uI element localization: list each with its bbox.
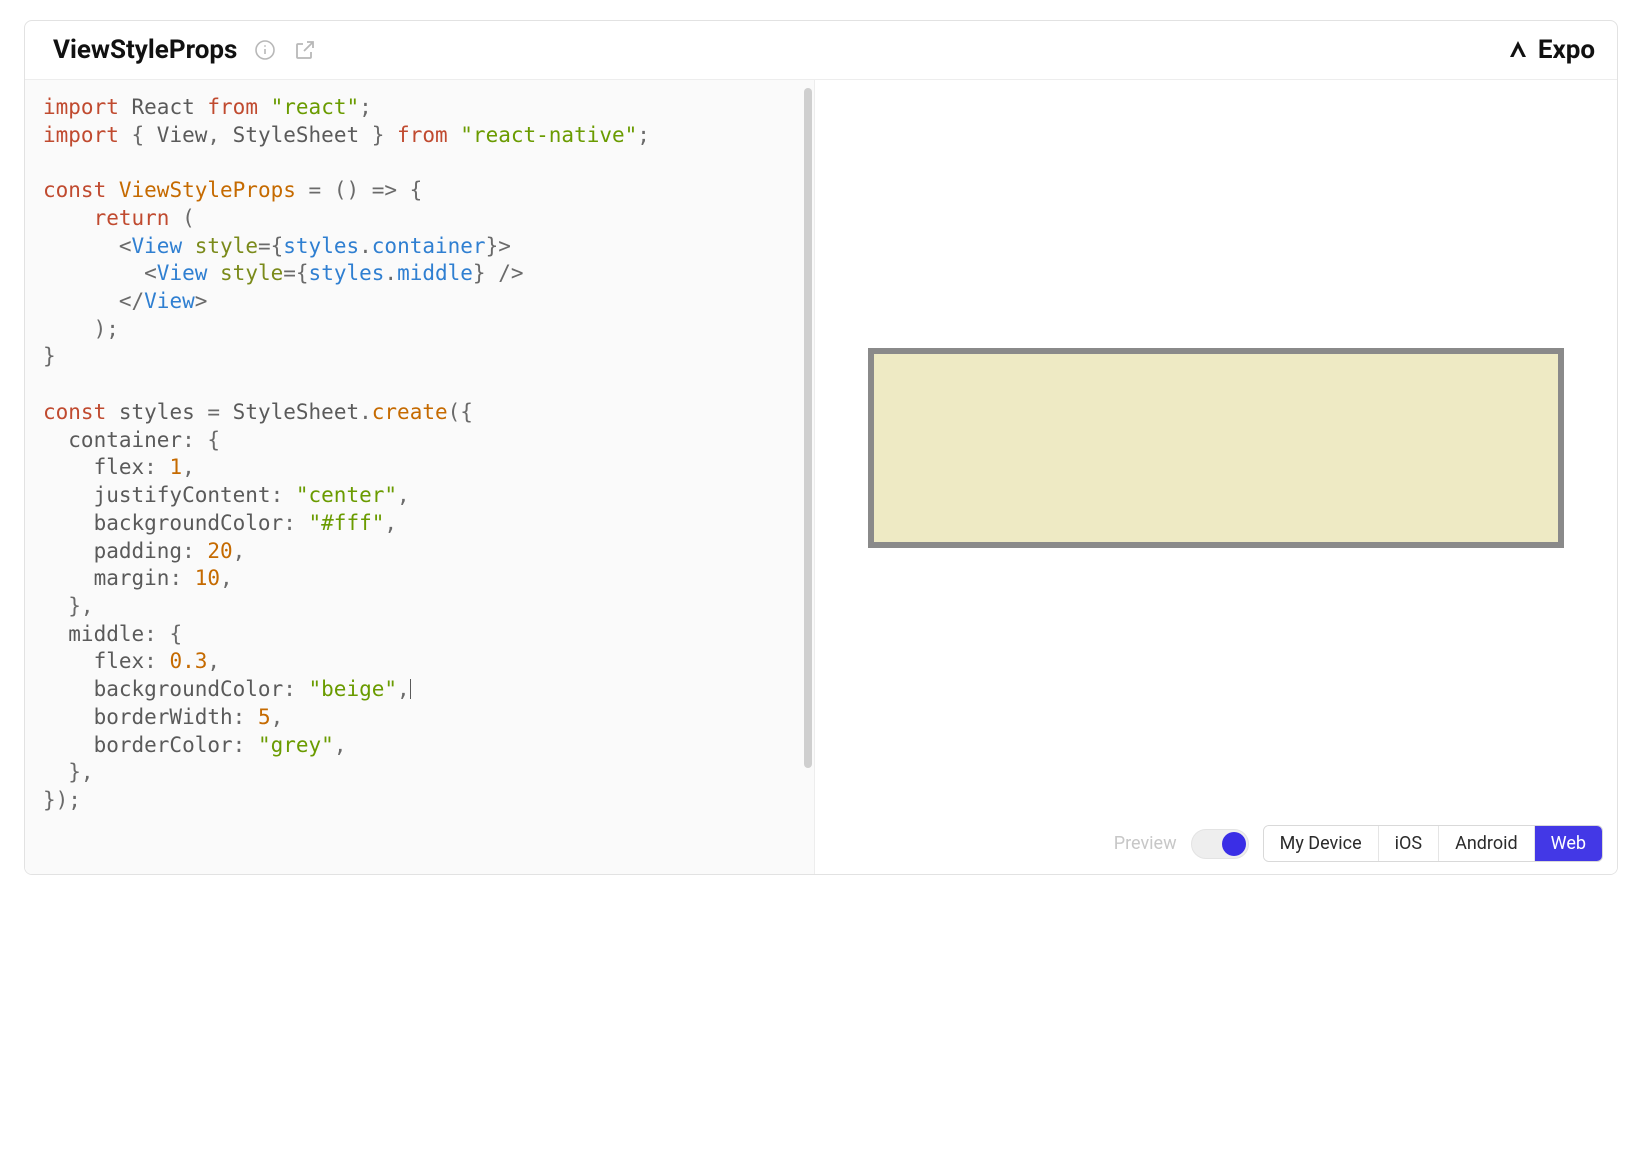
external-link-icon[interactable] bbox=[293, 38, 317, 62]
platform-tab-web[interactable]: Web bbox=[1535, 826, 1602, 861]
expo-brand[interactable]: Expo bbox=[1506, 35, 1595, 65]
platform-tab-ios[interactable]: iOS bbox=[1379, 826, 1439, 861]
preview-pane: Preview My DeviceiOSAndroidWeb bbox=[815, 80, 1617, 874]
editor-scrollbar[interactable] bbox=[804, 88, 812, 768]
info-icon[interactable] bbox=[253, 38, 277, 62]
expo-logo-icon bbox=[1506, 38, 1530, 62]
preview-rendered-box bbox=[868, 348, 1564, 548]
preview-toggle[interactable] bbox=[1191, 829, 1249, 859]
code-content: import React from "react"; import { View… bbox=[43, 94, 796, 815]
expo-label: Expo bbox=[1538, 35, 1595, 65]
platform-tab-my-device[interactable]: My Device bbox=[1264, 826, 1379, 861]
preview-stage bbox=[815, 80, 1617, 815]
snack-panel: ViewStyleProps bbox=[24, 20, 1618, 875]
code-editor[interactable]: import React from "react"; import { View… bbox=[25, 80, 815, 874]
snack-title: ViewStyleProps bbox=[53, 35, 237, 65]
header: ViewStyleProps bbox=[25, 21, 1617, 80]
platform-segmented-control: My DeviceiOSAndroidWeb bbox=[1263, 825, 1603, 862]
preview-label: Preview bbox=[1114, 833, 1177, 854]
text-cursor bbox=[410, 679, 411, 699]
platform-tab-android[interactable]: Android bbox=[1439, 826, 1535, 861]
toggle-knob bbox=[1222, 832, 1246, 856]
preview-footer: Preview My DeviceiOSAndroidWeb bbox=[815, 815, 1617, 874]
